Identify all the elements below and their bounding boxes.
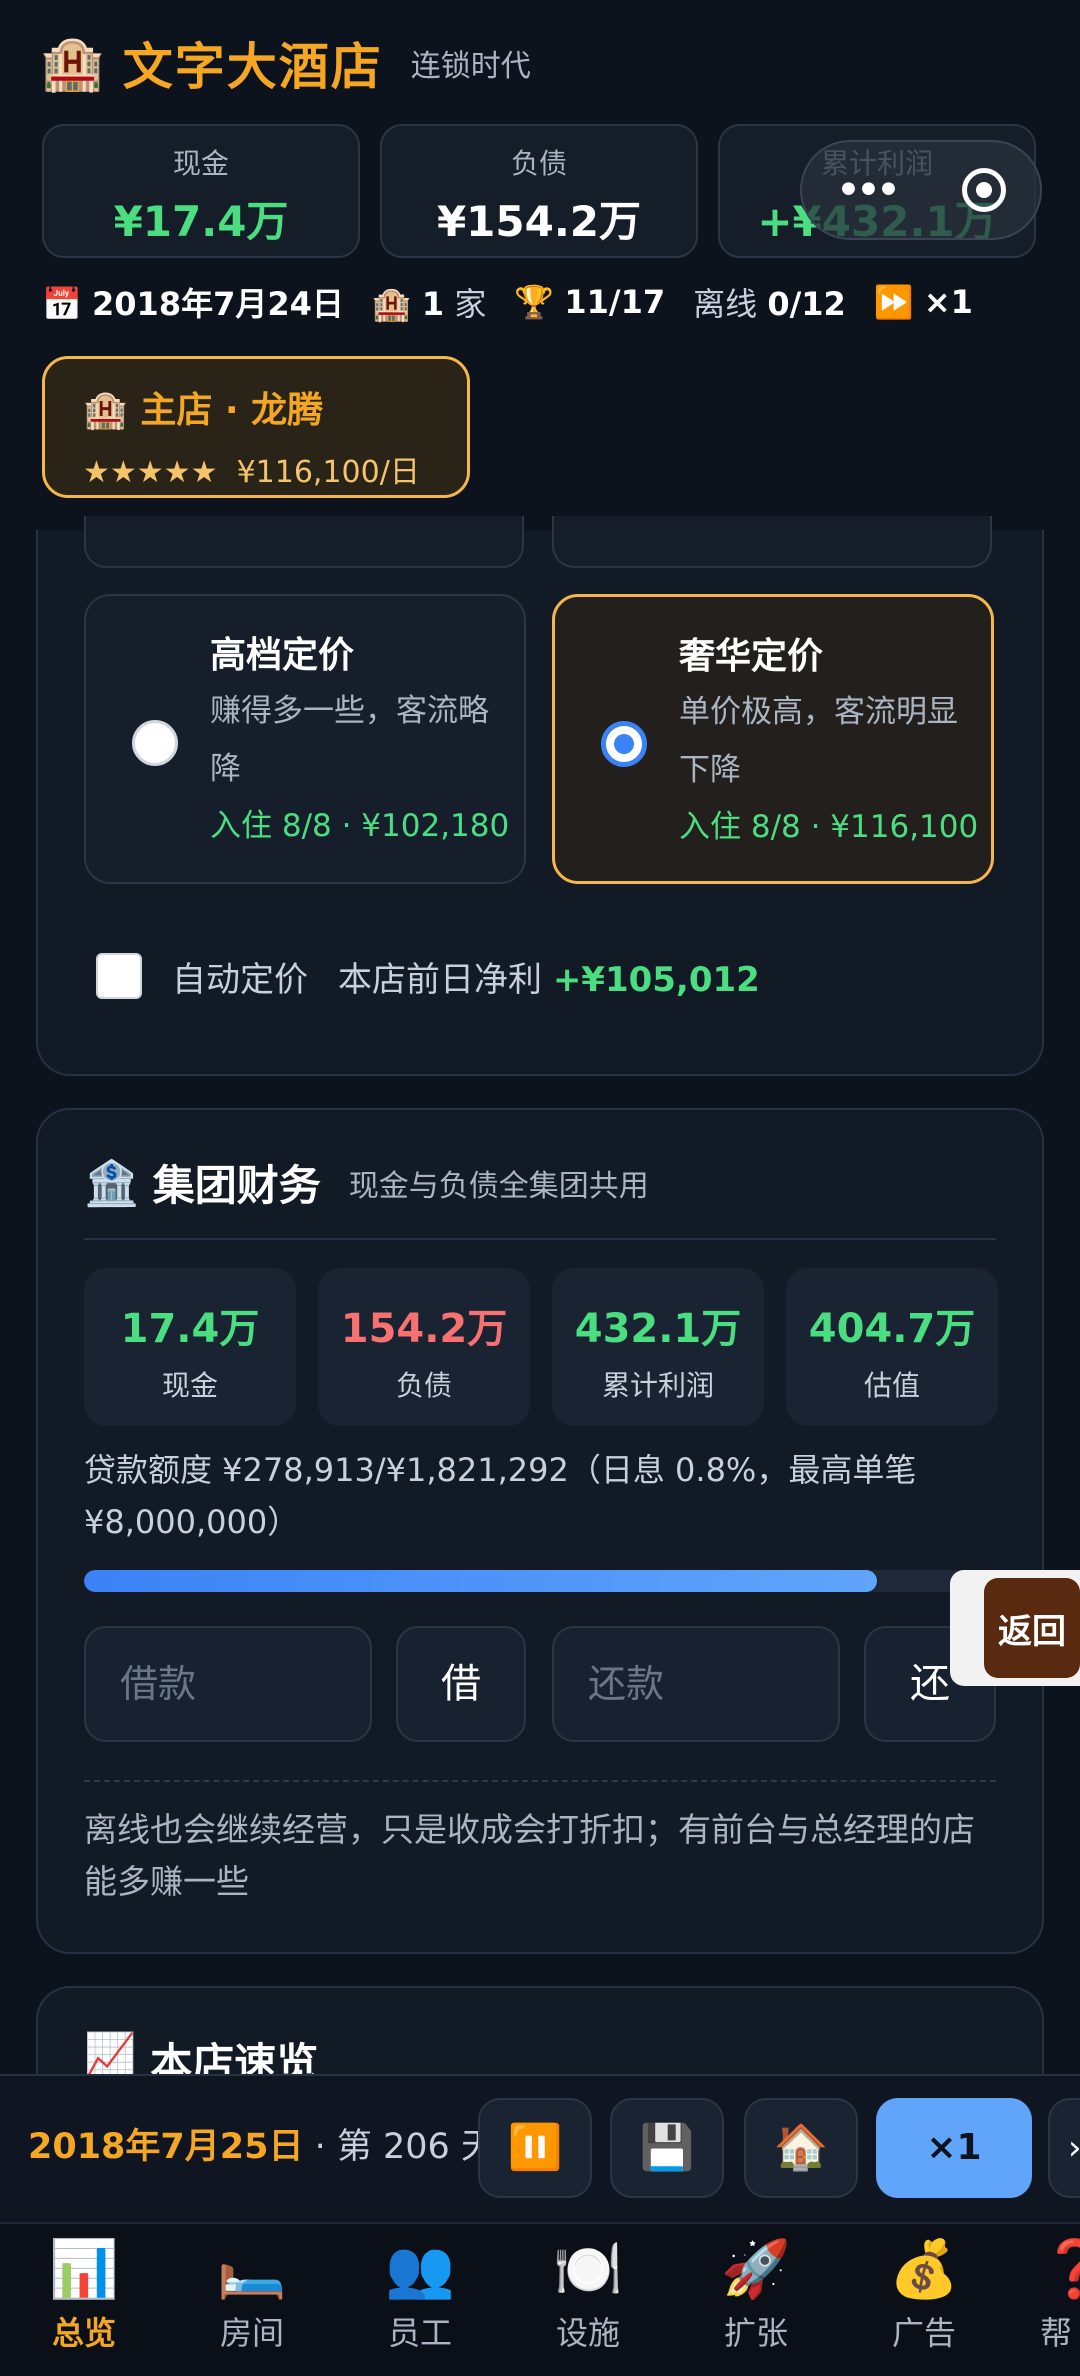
pricing-option-partial[interactable] — [84, 516, 524, 568]
divider — [84, 1238, 996, 1240]
radio-button-selected[interactable] — [601, 721, 647, 767]
tile-value: 154.2万 — [340, 1306, 508, 1352]
finance-title: 集团财务 — [152, 1161, 321, 1210]
stat-label: 现金 — [172, 147, 229, 180]
calendar-icon: 📅 — [42, 285, 82, 323]
bed-icon: 🛏️ — [217, 2237, 287, 2302]
quick-view-header: 📈 本店速览 — [84, 2030, 318, 2076]
help-icon: ❓ — [1040, 2237, 1080, 2302]
tab-staff[interactable]: 👥 员工 — [360, 2236, 480, 2354]
stat-label: 负债 — [510, 147, 567, 180]
next-speed-button[interactable]: › — [1048, 2098, 1080, 2198]
store-badge[interactable]: 🏨 主店 · 龙腾 ★★★★★ ¥116,100/日 — [42, 356, 470, 498]
finance-tile-debt: 154.2万 负债 — [318, 1268, 530, 1426]
loan-quota-text: 贷款额度 ¥278,913/¥1,821,292（日息 0.8%，最高单笔 ¥8… — [84, 1451, 917, 1541]
trend-chart-icon: 📈 — [84, 2030, 137, 2076]
app-title: 文字大酒店 — [122, 38, 383, 96]
tab-rooms[interactable]: 🛏️ 房间 — [192, 2236, 312, 2354]
repay-input[interactable]: 还款 — [552, 1626, 840, 1742]
back-label[interactable]: 返回 — [984, 1578, 1080, 1678]
home-icon: 🏠 — [773, 2122, 829, 2173]
fast-forward-icon: ⏩ — [873, 283, 914, 321]
loan-progress-fill — [84, 1570, 878, 1592]
hotel-icon: 🏨 — [40, 33, 105, 94]
finance-tile-valuation: 404.7万 估值 — [786, 1268, 998, 1426]
pricing-option-premium[interactable]: 高档定价 赚得多一些，客流略降 入住 8/8 · ¥102,180 — [84, 594, 526, 884]
tile-value: 17.4万 — [120, 1306, 260, 1352]
tab-expand[interactable]: 🚀 扩张 — [696, 2236, 816, 2354]
speed-button[interactable]: ×1 — [876, 2098, 1032, 2198]
store-name: 🏨 主店 · 龙腾 — [83, 390, 324, 431]
store-rating: ★★★★★ ¥116,100/日 — [83, 447, 467, 491]
option-title: 高档定价 — [210, 635, 355, 676]
tile-label: 负债 — [395, 1369, 452, 1402]
staff-icon: 👥 — [385, 2237, 455, 2302]
app-header: 🏨 文字大酒店 连锁时代 — [40, 28, 531, 98]
offline-note: 离线也会继续经营，只是收成会打折扣；有前台与总经理的店能多赚一些 — [84, 1810, 975, 1901]
money-bag-icon: 💰 — [889, 2237, 959, 2302]
finance-tile-profit: 432.1万 累计利润 — [552, 1268, 764, 1426]
dashed-divider — [84, 1780, 996, 1782]
loan-progress-bar — [84, 1570, 996, 1592]
info-bar: 📅 2018年7月24日 🏨 1 家 🏆 11/17 离线 0/12 ⏩ ×1 — [42, 276, 973, 328]
auto-pricing-checkbox[interactable] — [96, 953, 142, 999]
finance-header: 🏦 集团财务 现金与负债全集团共用 — [84, 1152, 649, 1213]
chart-icon: 📊 — [49, 2237, 119, 2302]
pause-icon: ⏸️ — [507, 2122, 563, 2173]
tab-help[interactable]: ❓ 帮 — [1040, 2236, 1080, 2354]
close-target-icon[interactable] — [962, 168, 1007, 212]
hotel-icon: 🏨 — [371, 285, 412, 323]
stat-card-cash: 现金 ¥17.4万 — [42, 124, 360, 258]
pause-button[interactable]: ⏸️ — [478, 2098, 592, 2198]
star-rating: ★★★★★ — [83, 455, 218, 490]
stat-value: ¥17.4万 — [113, 197, 289, 246]
option-title: 奢华定价 — [679, 636, 824, 677]
finance-tile-cash: 17.4万 现金 — [84, 1268, 296, 1426]
pricing-option-partial[interactable] — [552, 516, 992, 568]
app-subtitle: 连锁时代 — [410, 49, 531, 84]
home-button[interactable]: 🏠 — [744, 2098, 858, 2198]
hotel-icon: 🏨 — [83, 390, 128, 431]
pricing-option-luxury[interactable]: 奢华定价 单价极高，客流明显下降 入住 8/8 · ¥116,100 — [552, 594, 994, 884]
tab-overview[interactable]: 📊 总览 — [24, 2236, 144, 2354]
option-description: 单价极高，客流明显下降 — [679, 694, 958, 788]
tile-label: 现金 — [161, 1369, 218, 1402]
store-daily-rate: ¥116,100/日 — [236, 455, 420, 490]
borrow-button[interactable]: 借 — [396, 1626, 526, 1742]
yesterday-profit: 本店前日净利 +¥105,012 — [338, 959, 760, 1000]
tile-label: 累计利润 — [601, 1369, 714, 1402]
finance-subtitle: 现金与负债全集团共用 — [348, 1168, 649, 1204]
back-float-button[interactable]: 返回 — [950, 1570, 1080, 1686]
offline-info: 离线 0/12 — [693, 285, 846, 323]
tab-facilities[interactable]: 🍽️ 设施 — [528, 2236, 648, 2354]
option-description: 赚得多一些，客流略降 — [210, 693, 489, 787]
current-date: 2018年7月25日 · 第 206 天 — [28, 2127, 496, 2167]
tile-value: 432.1万 — [574, 1306, 742, 1352]
save-icon: 💾 — [639, 2122, 695, 2173]
dining-icon: 🍽️ — [553, 2237, 623, 2302]
stat-card-debt: 负债 ¥154.2万 — [380, 124, 698, 258]
tile-label: 估值 — [863, 1369, 920, 1402]
auto-pricing-row: 自动定价 本店前日净利 +¥105,012 — [96, 946, 760, 1006]
more-dots-icon[interactable]: ••• — [836, 165, 902, 216]
tile-value: 404.7万 — [808, 1306, 976, 1352]
option-occupancy: 入住 8/8 · ¥102,180 — [210, 808, 510, 844]
mini-program-capsule[interactable]: ••• — [800, 140, 1042, 240]
stat-value: ¥154.2万 — [436, 197, 642, 246]
rocket-icon: 🚀 — [721, 2237, 791, 2302]
bank-icon: 🏦 — [84, 1157, 139, 1209]
trophy-info: 🏆 11/17 — [514, 283, 666, 321]
trophy-icon: 🏆 — [514, 283, 555, 321]
hotel-count-info: 🏨 1 家 — [371, 285, 487, 323]
tab-ads[interactable]: 💰 广告 — [864, 2236, 984, 2354]
auto-pricing-label: 自动定价 — [172, 959, 308, 1000]
borrow-input[interactable]: 借款 — [84, 1626, 372, 1742]
option-occupancy: 入住 8/8 · ¥116,100 — [679, 809, 979, 845]
date-info: 📅 2018年7月24日 — [42, 285, 344, 323]
speed-info: ⏩ ×1 — [873, 283, 973, 321]
quick-view-title: 本店速览 — [150, 2039, 319, 2076]
save-button[interactable]: 💾 — [610, 2098, 724, 2198]
radio-button[interactable] — [132, 720, 178, 766]
